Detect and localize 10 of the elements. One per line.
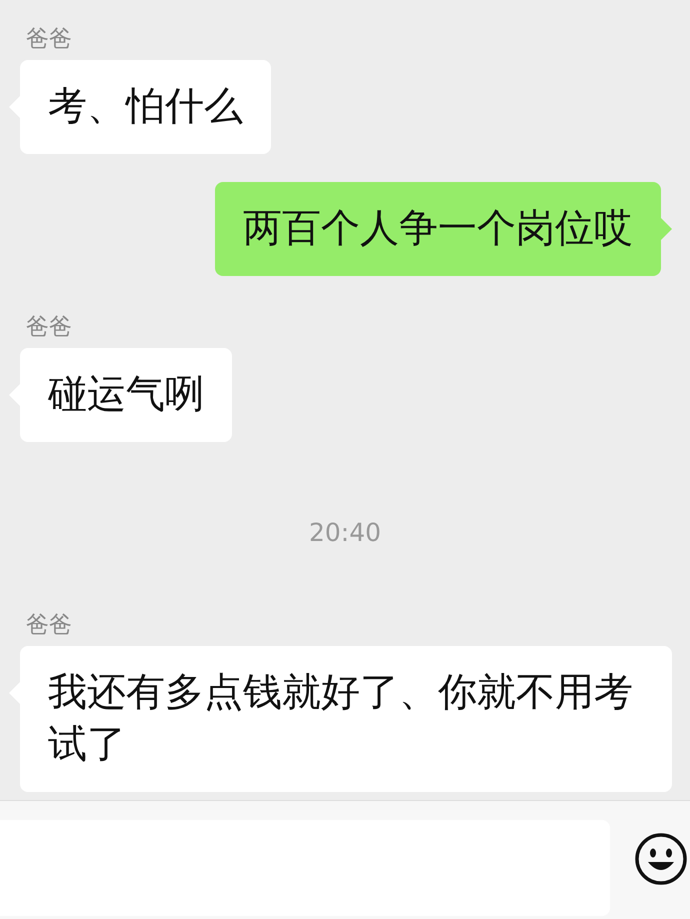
timestamp: 20:40	[308, 517, 382, 549]
sender-name: 爸爸	[26, 610, 72, 640]
sender-name: 爸爸	[26, 25, 72, 54]
emoji-icon[interactable]	[634, 832, 688, 886]
message-bubble: 两百个人争一个岗位哎	[215, 182, 661, 276]
sender-name: 爸爸	[26, 313, 72, 342]
message-bubble: 考、怕什么	[20, 60, 271, 154]
bubble-tail	[661, 218, 672, 240]
message-bubble: 我还有多点钱就好了、你就不用考试了	[20, 646, 672, 792]
message-bubble: 碰运气咧	[20, 348, 232, 442]
